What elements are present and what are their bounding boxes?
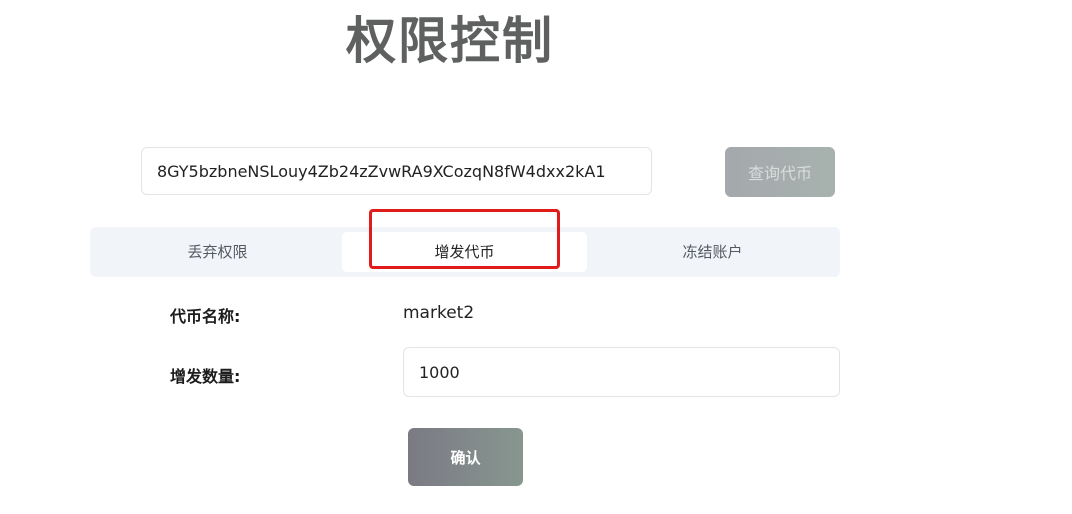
token-name-label: 代币名称: bbox=[170, 307, 241, 326]
query-token-button[interactable]: 查询代币 bbox=[725, 147, 835, 197]
tab-freeze-account[interactable]: 冻结账户 bbox=[590, 232, 835, 272]
page-title: 权限控制 bbox=[346, 12, 554, 70]
permission-control-page: 权限控制 查询代币 丢弃权限 增发代币 冻结账户 代币名称: market2 增… bbox=[0, 0, 1072, 514]
token-address-input[interactable] bbox=[141, 147, 652, 195]
confirm-button[interactable]: 确认 bbox=[408, 428, 523, 486]
token-name-value: market2 bbox=[403, 303, 475, 323]
mint-amount-label: 增发数量: bbox=[170, 367, 241, 386]
mint-amount-input[interactable] bbox=[403, 347, 840, 397]
tab-renounce-authority[interactable]: 丢弃权限 bbox=[95, 232, 340, 272]
tab-mint-token[interactable]: 增发代币 bbox=[342, 232, 587, 272]
action-tabs: 丢弃权限 增发代币 冻结账户 bbox=[90, 227, 840, 277]
